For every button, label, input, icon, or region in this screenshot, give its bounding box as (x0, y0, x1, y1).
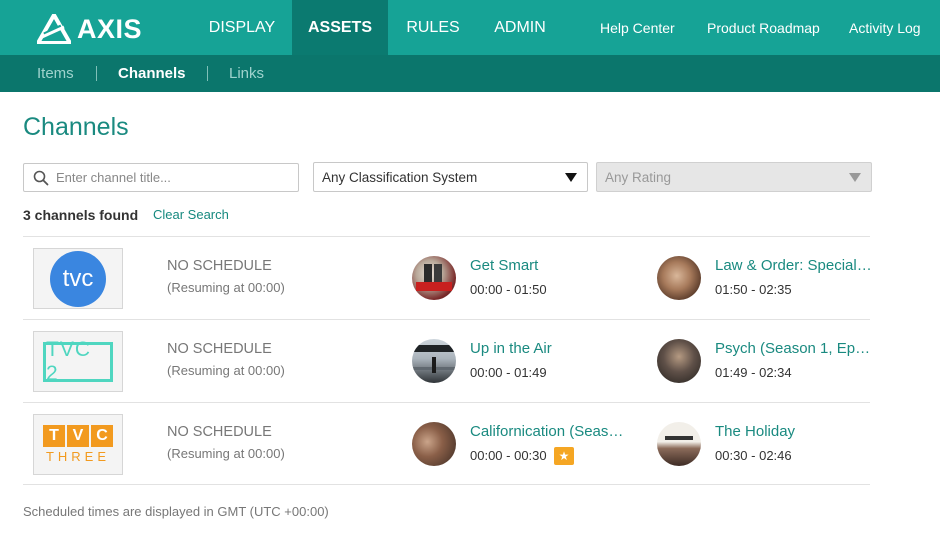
resume-time: (Resuming at 00:00) (167, 363, 285, 378)
brand-name: AXIS (77, 13, 143, 44)
rating-select-value: Any Rating (605, 169, 672, 185)
program-time: 01:49 - 02:34 (715, 365, 792, 380)
subnav-links[interactable]: Links (229, 55, 264, 92)
tvc-three-logo-subtext: THREE (45, 449, 111, 464)
program-time: 00:00 - 01:49 (470, 365, 547, 380)
tvc-three-logo: T V C THREE (43, 425, 113, 464)
tvc-logo-circle: tvc (50, 250, 106, 307)
dropdown-caret-icon (849, 173, 861, 182)
nav-display-label: DISPLAY (208, 18, 276, 36)
axis-logo[interactable]: AXIS (37, 14, 142, 44)
channel-logo-tvc2[interactable]: TVC 2 (33, 331, 123, 392)
tvc2-logo-box: TVC 2 (43, 338, 113, 385)
nav-activity-log[interactable]: Activity Log (849, 0, 921, 55)
program-time: 01:50 - 02:35 (715, 282, 792, 297)
classification-select-value: Any Classification System (322, 169, 478, 185)
nav-product-roadmap[interactable]: Product Roadmap (707, 0, 820, 55)
schedule-status: NO SCHEDULE (167, 424, 272, 440)
tvc2-logo-text: TVC 2 (46, 337, 91, 385)
clear-search-link[interactable]: Clear Search (153, 207, 229, 222)
subnav-channels[interactable]: Channels (118, 55, 186, 92)
subnav-links-label: Links (229, 65, 265, 82)
program-time: 00:30 - 02:46 (715, 448, 792, 463)
top-nav-bar: AXIS DISPLAY ASSETS RULES ADMIN Help Cen… (0, 0, 940, 55)
nav-admin-label: ADMIN (494, 18, 546, 36)
subnav-items-label: Items (37, 65, 74, 82)
schedule-status: NO SCHEDULE (167, 341, 272, 357)
logo-letter-c: C (91, 425, 113, 447)
program-thumbnail[interactable] (412, 339, 456, 383)
program-thumbnail[interactable] (657, 256, 701, 300)
program-title[interactable]: The Holiday (715, 423, 795, 440)
subnav-divider (207, 66, 208, 81)
star-icon: ★ (554, 447, 574, 465)
logo-letter-v: V (67, 425, 89, 447)
nav-help-center-label: Help Center (600, 19, 675, 36)
resume-time: (Resuming at 00:00) (167, 446, 285, 461)
subnav-divider (96, 66, 97, 81)
nav-activity-log-label: Activity Log (849, 19, 921, 36)
program-title[interactable]: Up in the Air (470, 340, 552, 357)
page-title: Channels (23, 113, 129, 141)
program-title[interactable]: Psych (Season 1, Ep… (715, 340, 870, 357)
axis-triangle-icon (37, 14, 71, 44)
channel-logo-tvc-three[interactable]: T V C THREE (33, 414, 123, 475)
nav-assets-label: ASSETS (307, 18, 372, 36)
program-time: 00:00 - 01:50 (470, 282, 547, 297)
program-thumbnail[interactable] (412, 256, 456, 300)
program-title[interactable]: Law & Order: Special… (715, 257, 872, 274)
channel-row[interactable]: TVC 2 NO SCHEDULE (Resuming at 00:00) Up… (23, 319, 870, 402)
channel-row[interactable]: T V C THREE NO SCHEDULE (Resuming at 00:… (23, 402, 870, 485)
program-thumbnail[interactable] (657, 422, 701, 466)
nav-admin[interactable]: ADMIN (478, 0, 562, 55)
program-title[interactable]: Californication (Seas… (470, 423, 623, 440)
channel-logo-tvc[interactable]: tvc (33, 248, 123, 309)
program-thumbnail[interactable] (412, 422, 456, 466)
nav-help-center[interactable]: Help Center (600, 0, 675, 55)
nav-rules-label: RULES (406, 18, 460, 36)
search-box[interactable] (23, 163, 299, 192)
results-count: 3 channels found (23, 207, 139, 223)
search-icon (33, 170, 49, 191)
classification-select[interactable]: Any Classification System (313, 162, 588, 192)
resume-time: (Resuming at 00:00) (167, 280, 285, 295)
search-input[interactable] (56, 167, 292, 188)
nav-display[interactable]: DISPLAY (194, 0, 290, 55)
tvc-three-logo-blocks: T V C (43, 425, 113, 447)
nav-rules[interactable]: RULES (388, 0, 478, 55)
timezone-footnote: Scheduled times are displayed in GMT (UT… (23, 504, 329, 519)
program-time: 00:00 - 00:30 (470, 448, 547, 463)
subnav-items[interactable]: Items (37, 55, 74, 92)
channel-row[interactable]: tvc NO SCHEDULE (Resuming at 00:00) Get … (23, 236, 872, 319)
rating-select: Any Rating (596, 162, 872, 192)
dropdown-caret-icon (565, 173, 577, 182)
schedule-status: NO SCHEDULE (167, 258, 272, 274)
program-thumbnail[interactable] (657, 339, 701, 383)
logo-letter-t: T (43, 425, 65, 447)
nav-product-roadmap-label: Product Roadmap (707, 19, 820, 36)
subnav-channels-label: Channels (118, 65, 186, 82)
sub-nav-bar: Items Channels Links (0, 55, 940, 92)
tvc-logo-text: tvc (62, 264, 94, 292)
nav-assets[interactable]: ASSETS (292, 0, 388, 55)
program-title[interactable]: Get Smart (470, 257, 538, 274)
